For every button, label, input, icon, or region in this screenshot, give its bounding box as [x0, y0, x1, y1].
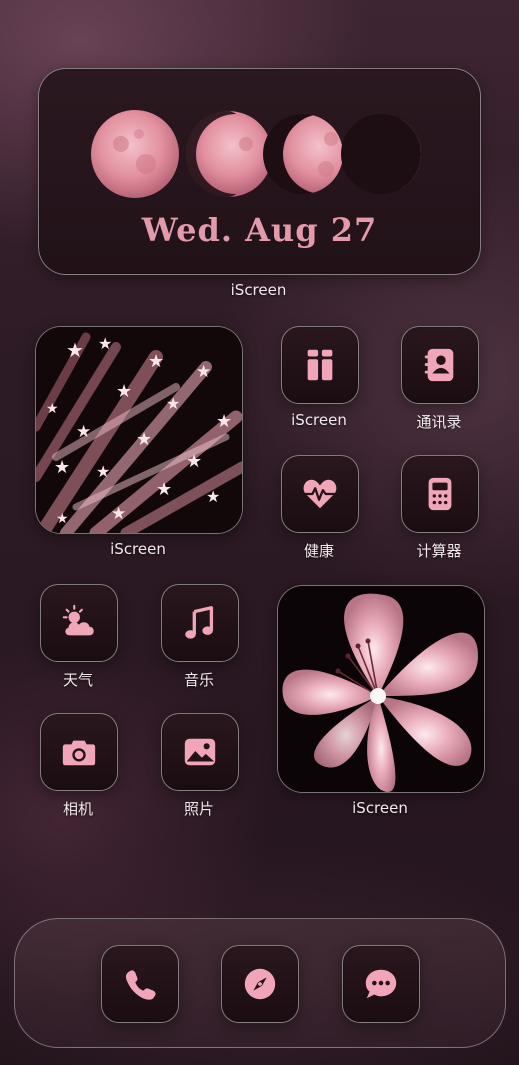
health-heart-icon: [303, 479, 337, 509]
shooting-stars-widget[interactable]: ★ ★ ★ ★ ★ ★ ★ ★ ★ ★ ★ ★ ★ ★ ★ ★ ★: [35, 326, 243, 534]
calculator-icon: [428, 477, 452, 511]
app-camera[interactable]: [40, 713, 118, 791]
moon-phase-widget[interactable]: Wed. Aug 27: [38, 68, 481, 275]
app-label: 通讯录: [416, 413, 462, 431]
app-label: 天气: [62, 671, 93, 689]
app-label: 计算器: [416, 542, 462, 560]
flower-image: [278, 586, 484, 792]
app-label: 音乐: [183, 671, 214, 689]
svg-text:★: ★: [166, 394, 180, 413]
stars-widget-label: iScreen: [110, 540, 166, 558]
app-contacts[interactable]: [401, 326, 479, 404]
app-label: 健康: [303, 542, 334, 560]
svg-text:★: ★: [216, 411, 232, 432]
camera-icon: [62, 740, 96, 766]
photos-icon: [184, 738, 216, 766]
svg-text:★: ★: [56, 511, 69, 527]
svg-text:★: ★: [116, 381, 132, 402]
dock-compass[interactable]: [221, 945, 299, 1023]
svg-text:★: ★: [98, 334, 112, 353]
svg-text:★: ★: [136, 429, 152, 450]
flower-widget-label: iScreen: [352, 799, 408, 817]
dock-messages[interactable]: [342, 945, 420, 1023]
music-note-icon: [185, 606, 214, 639]
phone-icon: [125, 970, 156, 1000]
moon-widget-label: iScreen: [230, 281, 287, 299]
app-label: iScreen: [291, 411, 347, 429]
app-iscreen[interactable]: [281, 326, 359, 404]
svg-text:★: ★: [111, 504, 126, 524]
svg-text:★: ★: [186, 451, 202, 472]
date-text: Wed. Aug 27: [141, 211, 378, 249]
svg-text:★: ★: [66, 338, 84, 362]
app-calculator[interactable]: [401, 455, 479, 533]
app-label: 照片: [183, 800, 214, 818]
weather-icon: [62, 604, 94, 636]
flower-photo-widget[interactable]: [277, 585, 485, 793]
shooting-stars-image: ★ ★ ★ ★ ★ ★ ★ ★ ★ ★ ★ ★ ★ ★ ★ ★ ★: [36, 327, 242, 533]
svg-text:★: ★: [76, 422, 91, 442]
widget-grid-icon: [307, 349, 333, 381]
svg-text:★: ★: [156, 479, 172, 500]
app-photos[interactable]: [161, 713, 239, 791]
app-health[interactable]: [281, 455, 359, 533]
svg-text:★: ★: [46, 401, 59, 417]
moon-phases-image: [91, 110, 421, 198]
svg-text:★: ★: [196, 362, 211, 382]
svg-text:★: ★: [54, 457, 70, 478]
dock-phone[interactable]: [101, 945, 179, 1023]
app-weather[interactable]: [40, 584, 118, 662]
contacts-icon: [424, 348, 454, 382]
svg-text:★: ★: [206, 487, 220, 506]
svg-text:★: ★: [148, 351, 164, 372]
app-label: 相机: [62, 800, 93, 818]
compass-icon: [244, 968, 276, 1000]
app-music[interactable]: [161, 584, 239, 662]
messages-icon: [365, 969, 397, 999]
svg-text:★: ★: [96, 462, 110, 481]
